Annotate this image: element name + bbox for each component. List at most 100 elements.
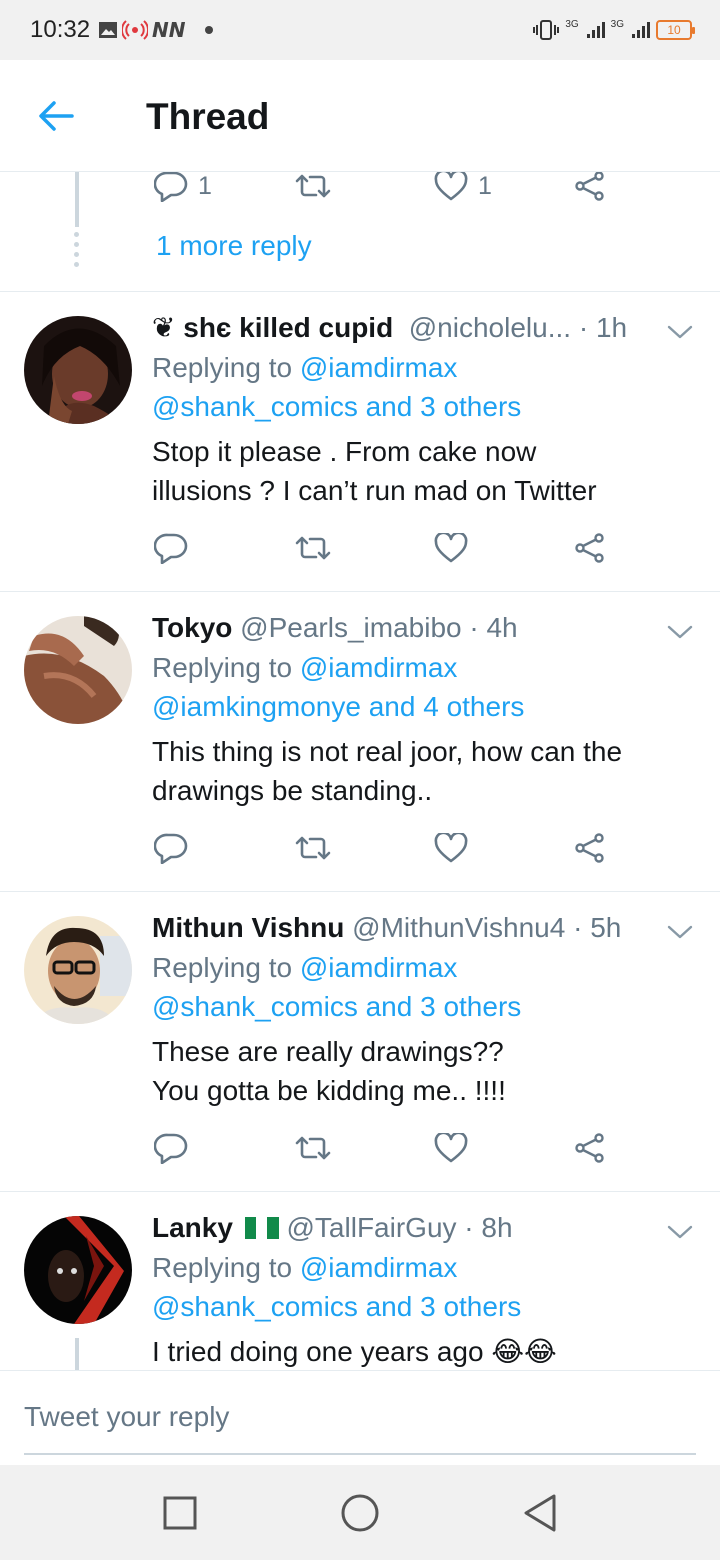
share-button[interactable] [574, 832, 624, 864]
tweet-actions [154, 1132, 624, 1164]
mention-link[interactable]: @iamdirmax [300, 952, 458, 983]
avatar[interactable] [24, 316, 132, 424]
mention-link[interactable]: @iamdirmax [300, 1252, 458, 1283]
tweet-header: Mithun Vishnu @MithunVishnu4 · 5h [152, 908, 662, 948]
tweet-text: Stop it please . From cake now illusions… [152, 436, 597, 506]
mention-others-link[interactable]: @shank_comics and 3 others [152, 991, 521, 1022]
share-icon [575, 533, 604, 563]
thread-dots [74, 232, 79, 267]
caret-down-icon[interactable] [666, 1222, 694, 1242]
like-button[interactable] [434, 532, 574, 564]
status-notification-icons: NN [98, 18, 214, 42]
replying-to-others: @shank_comics and 3 others [152, 387, 662, 426]
svg-text:NN: NN [152, 20, 186, 40]
reply-button[interactable] [154, 1132, 294, 1164]
user-handle[interactable]: @TallFairGuy [287, 1212, 457, 1243]
mention-others-link[interactable]: @shank_comics and 3 others [152, 1291, 521, 1322]
thread-feed[interactable]: 1 1 1 more reply ❦ shє killed cupid ⁣ @n… [0, 172, 720, 1370]
battery-icon: 10 [656, 20, 695, 40]
replying-prefix: Replying to [152, 1252, 293, 1283]
tweet-item[interactable]: Lanky @TallFairGuy · 8h Replying to @iam… [0, 1192, 720, 1370]
share-icon [575, 172, 604, 201]
tweet-item[interactable]: ❦ shє killed cupid ⁣ @nicholelu... · 1h … [0, 292, 720, 592]
tweet-actions [154, 832, 624, 864]
tweet-header: ❦ shє killed cupid ⁣ @nicholelu... · 1h [152, 308, 662, 348]
share-button[interactable] [574, 172, 624, 202]
mention-others-link[interactable]: @iamkingmonye and 4 others [152, 691, 524, 722]
user-name[interactable]: ❦ shє killed cupid ⁣ [152, 312, 401, 343]
replying-to: Replying to @iamdirmax [152, 348, 662, 387]
tweet-text: I tried doing one years ago 😂😂 [152, 1336, 557, 1367]
like-icon [434, 1133, 468, 1163]
share-icon [575, 833, 604, 863]
retweet-button[interactable] [294, 832, 434, 864]
user-name[interactable]: Mithun Vishnu [152, 912, 344, 943]
like-button[interactable]: 1 [434, 172, 574, 202]
separator-dot: · [469, 612, 479, 643]
retweet-icon [295, 536, 331, 560]
tweet-item[interactable]: Mithun Vishnu @MithunVishnu4 · 5h Replyi… [0, 892, 720, 1192]
reply-icon [154, 1133, 188, 1164]
caret-down-icon[interactable] [666, 922, 694, 942]
tweet-time: 5h [590, 912, 622, 943]
replying-prefix: Replying to [152, 952, 293, 983]
nn-app-icon: NN [152, 20, 186, 40]
share-icon [575, 1133, 604, 1163]
tweet-body: Tokyo @Pearls_imabibo · 4h Replying to @… [152, 608, 662, 810]
like-button[interactable] [434, 1132, 574, 1164]
replying-to-others: @iamkingmonye and 4 others [152, 687, 662, 726]
triangle-back-icon [524, 1494, 556, 1532]
avatar[interactable] [24, 916, 132, 1024]
reply-button[interactable] [154, 532, 294, 564]
caret-down-icon[interactable] [666, 622, 694, 642]
page-title: Thread [146, 96, 270, 137]
back-arrow-icon [39, 101, 74, 131]
tweet-item[interactable]: Tokyo @Pearls_imabibo · 4h Replying to @… [0, 592, 720, 892]
tweet-actions: 1 1 [154, 172, 624, 202]
nigeria-flag-icon [244, 1217, 279, 1239]
home-button[interactable] [338, 1491, 382, 1535]
tweet-body: Lanky @TallFairGuy · 8h Replying to @iam… [152, 1208, 662, 1370]
status-bar: 10:32 NN 3G 3G 10 [0, 0, 720, 60]
like-button[interactable] [434, 832, 574, 864]
user-handle[interactable]: @MithunVishnu4 [352, 912, 565, 943]
retweet-icon [295, 1136, 331, 1160]
tweet-text: These are really drawings?? You gotta be… [152, 1036, 506, 1106]
user-handle[interactable]: @nicholelu... [409, 312, 571, 343]
retweet-icon [295, 174, 331, 198]
replying-prefix: Replying to [152, 652, 293, 683]
more-replies-link[interactable]: 1 more reply [156, 230, 312, 262]
system-nav-bar [0, 1465, 720, 1560]
share-button[interactable] [574, 532, 624, 564]
retweet-button[interactable] [294, 532, 434, 564]
user-name[interactable]: Lanky [152, 1212, 233, 1243]
reply-input[interactable]: Tweet your reply [24, 1401, 696, 1455]
user-name[interactable]: Tokyo [152, 612, 232, 643]
reply-button[interactable] [154, 832, 294, 864]
avatar[interactable] [24, 616, 132, 724]
back-nav-button[interactable] [518, 1491, 562, 1535]
mention-others-link[interactable]: @shank_comics and 3 others [152, 391, 521, 422]
tweet-header: Lanky @TallFairGuy · 8h [152, 1208, 662, 1248]
broadcast-icon [122, 20, 148, 40]
reply-button[interactable]: 1 [154, 172, 294, 202]
signal-icon-2 [632, 22, 650, 38]
status-time: 10:32 [30, 16, 91, 43]
tweet-body: ❦ shє killed cupid ⁣ @nicholelu... · 1h … [152, 308, 662, 510]
mention-link[interactable]: @iamdirmax [300, 352, 458, 383]
share-button[interactable] [574, 1132, 624, 1164]
replying-to: Replying to @iamdirmax [152, 948, 662, 987]
dot-icon [205, 26, 213, 34]
tweet-time: 1h [595, 312, 628, 343]
like-icon [434, 533, 468, 563]
tweet-body: Mithun Vishnu @MithunVishnu4 · 5h Replyi… [152, 908, 662, 1110]
replying-to-others: @shank_comics and 3 others [152, 987, 662, 1026]
retweet-button[interactable] [294, 1132, 434, 1164]
retweet-button[interactable] [294, 172, 434, 202]
back-button[interactable] [28, 92, 84, 140]
recents-button[interactable] [158, 1491, 202, 1535]
user-handle[interactable]: @Pearls_imabibo [240, 612, 461, 643]
caret-down-icon[interactable] [666, 322, 694, 342]
avatar[interactable] [24, 1216, 132, 1324]
mention-link[interactable]: @iamdirmax [300, 652, 458, 683]
